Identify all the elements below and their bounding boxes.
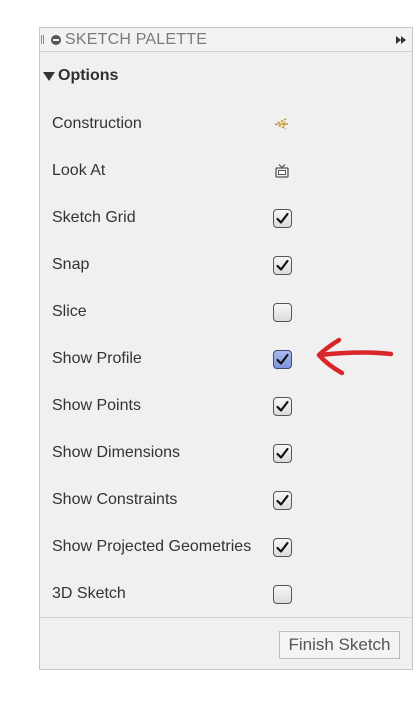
option-row-3d-sketch: 3D Sketch <box>40 579 412 609</box>
look-at-icon[interactable] <box>271 160 293 182</box>
palette-title: SKETCH PALETTE <box>65 31 208 48</box>
checked-checkbox-icon[interactable] <box>272 490 292 510</box>
palette-titlebar[interactable]: SKETCH PALETTE <box>40 28 412 52</box>
option-label: Show Points <box>52 397 141 414</box>
option-checkbox[interactable] <box>271 207 293 229</box>
checked-checkbox-icon[interactable] <box>272 537 292 557</box>
option-row-sketch-grid: Sketch Grid <box>40 203 412 233</box>
option-row-construction: Construction <box>40 109 412 139</box>
option-checkbox[interactable] <box>271 301 293 323</box>
option-label: Show Profile <box>52 350 142 367</box>
drag-grip-icon[interactable] <box>41 35 44 44</box>
option-label: Sketch Grid <box>52 209 136 226</box>
red-arrow-annotation <box>316 337 394 376</box>
option-checkbox[interactable] <box>271 348 293 370</box>
checked-checkbox-icon[interactable] <box>272 396 292 416</box>
collapse-triangle-icon <box>43 71 55 81</box>
options-section-toggle[interactable]: Options <box>43 66 118 86</box>
footer-divider <box>40 617 412 618</box>
option-row-show-dimensions: Show Dimensions <box>40 438 412 468</box>
option-row-show-points: Show Points <box>40 391 412 421</box>
option-row-look-at: Look At <box>40 156 412 186</box>
option-checkbox[interactable] <box>271 489 293 511</box>
option-label: Show Projected Geometries <box>52 538 252 555</box>
checked-checkbox-icon[interactable] <box>272 349 292 369</box>
option-label: Show Dimensions <box>52 444 181 461</box>
unchecked-checkbox-icon[interactable] <box>272 584 292 604</box>
option-row-show-constraints: Show Constraints <box>40 485 412 515</box>
option-row-snap: Snap <box>40 250 412 280</box>
construction-icon[interactable] <box>271 113 293 135</box>
option-checkbox[interactable] <box>271 536 293 558</box>
option-checkbox[interactable] <box>271 442 293 464</box>
option-row-slice: Slice <box>40 297 412 327</box>
option-label: Snap <box>52 256 90 273</box>
option-label: Construction <box>52 115 142 132</box>
option-label: 3D Sketch <box>52 585 126 602</box>
checked-checkbox-icon[interactable] <box>272 255 292 275</box>
option-checkbox[interactable] <box>271 395 293 417</box>
option-row-show-projected-geometries: Show Projected Geometries <box>40 532 412 562</box>
unchecked-checkbox-icon[interactable] <box>272 302 292 322</box>
collapse-icon[interactable] <box>51 35 61 45</box>
option-label: Slice <box>52 303 87 320</box>
checked-checkbox-icon[interactable] <box>272 443 292 463</box>
option-label: Show Constraints <box>52 491 178 508</box>
option-label: Look At <box>52 162 106 179</box>
option-checkbox[interactable] <box>271 583 293 605</box>
option-checkbox[interactable] <box>271 254 293 276</box>
checked-checkbox-icon[interactable] <box>272 208 292 228</box>
expand-arrows-icon[interactable] <box>396 35 407 45</box>
finish-sketch-button[interactable]: Finish Sketch <box>279 631 400 659</box>
options-section-label: Options <box>58 67 119 84</box>
